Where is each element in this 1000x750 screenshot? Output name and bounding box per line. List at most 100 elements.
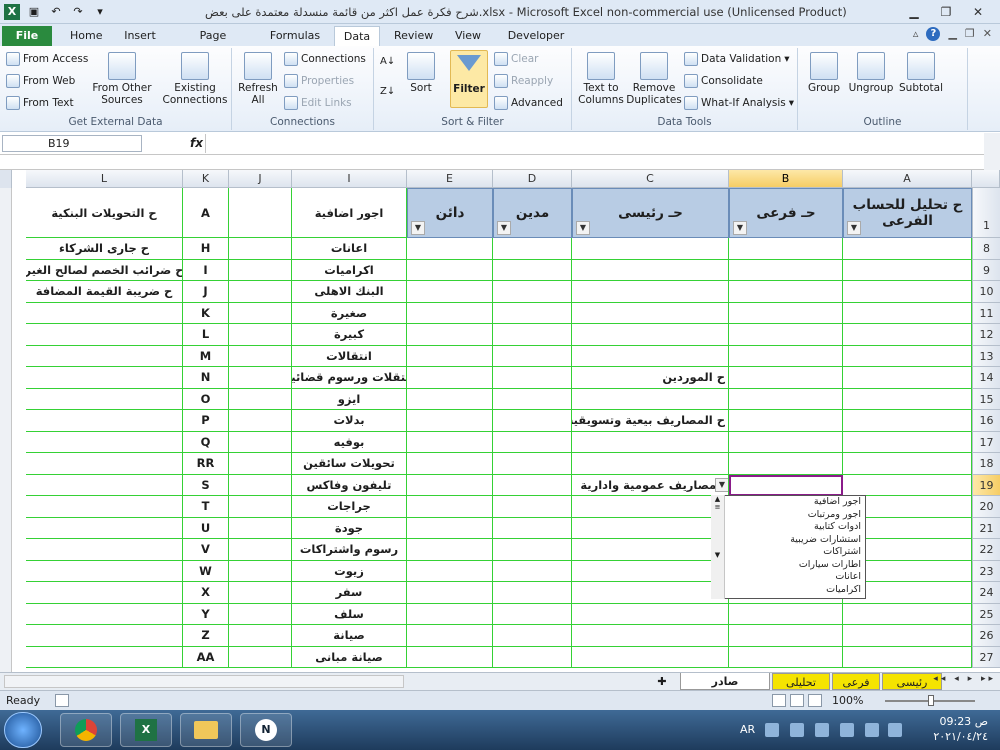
sheet-tab-cash-out[interactable]: صادر الصندوق [680,673,770,705]
filter-dropdown-icon[interactable]: ▼ [411,221,425,235]
cell-d11[interactable] [493,302,572,324]
page-layout-view-icon[interactable] [790,694,804,707]
cell-k17[interactable]: Q [183,431,229,453]
row-header-14[interactable]: 14 [972,367,1000,389]
fx-icon[interactable]: fx [190,136,203,150]
cell-c27[interactable] [572,646,729,668]
cell-k8[interactable]: H [183,238,229,260]
cell-b25[interactable] [729,603,843,625]
volume-icon[interactable] [888,723,902,737]
cell-d24[interactable] [493,582,572,604]
cell-a19[interactable] [843,474,972,496]
select-all-corner[interactable] [0,170,12,188]
refresh-all-button[interactable]: Refresh All [236,52,280,106]
active-cell-b19[interactable] [729,474,843,496]
cell-j8[interactable] [229,238,292,260]
redo-icon[interactable]: ↷ [70,4,86,20]
cell-k25[interactable]: Y [183,603,229,625]
col-header-a[interactable]: A [843,170,972,188]
cell-i11[interactable]: صغيرة [292,302,407,324]
tab-view[interactable]: View [444,26,492,46]
cell-a17[interactable] [843,431,972,453]
doc-close-icon[interactable]: ✕ [983,27,992,41]
cell-b27[interactable] [729,646,843,668]
cell-e17[interactable] [407,431,493,453]
cell-i19[interactable]: تليفون وفاكس [292,474,407,496]
language-indicator[interactable]: AR [740,723,755,736]
cell-d14[interactable] [493,367,572,389]
new-sheet-icon[interactable]: ✚ [648,673,676,690]
network-icon[interactable] [865,723,879,737]
cell-k14[interactable]: N [183,367,229,389]
cell-c9[interactable] [572,259,729,281]
sort-za-button[interactable]: Z↓ [380,86,395,97]
cell-j18[interactable] [229,453,292,475]
row-header-20[interactable]: 20 [972,496,1000,518]
cell-e8[interactable] [407,238,493,260]
row-header-16[interactable]: 16 [972,410,1000,432]
row-header-24[interactable]: 24 [972,582,1000,604]
cell-i25[interactable]: سلف [292,603,407,625]
col-header-d[interactable]: D [493,170,572,188]
cell-i9[interactable]: اكراميات [292,259,407,281]
header-cell-a[interactable]: ح تحليل للحساب الفرعى ▼ [843,188,972,238]
cell-l10[interactable]: ح ضريبة القيمة المضافة [26,281,183,303]
cell-e26[interactable] [407,625,493,647]
cell-d20[interactable] [493,496,572,518]
from-access-button[interactable]: From Access [6,52,88,66]
cell-a10[interactable] [843,281,972,303]
cell-j17[interactable] [229,431,292,453]
cell-e11[interactable] [407,302,493,324]
tab-formulas[interactable]: Formulas [260,26,330,46]
row-header-26[interactable]: 26 [972,625,1000,647]
row-header-27[interactable]: 27 [972,646,1000,668]
cell-l20[interactable] [26,496,183,518]
filter-button[interactable]: Filter [450,50,488,108]
sheet-tab-analytic[interactable]: تحليلى [772,673,830,690]
header-cell-b[interactable]: حـ فرعى ▼ [729,188,843,238]
cell-a27[interactable] [843,646,972,668]
restore-icon[interactable]: ❐ [930,2,962,22]
cell-b8[interactable] [729,238,843,260]
formula-input[interactable] [205,134,982,153]
cell-d17[interactable] [493,431,572,453]
start-button-icon[interactable] [4,712,42,748]
cell-l12[interactable] [26,324,183,346]
cell-j19[interactable] [229,474,292,496]
cell-b10[interactable] [729,281,843,303]
zoom-slider-knob[interactable] [928,695,934,706]
cell-k15[interactable]: O [183,388,229,410]
cell-j13[interactable] [229,345,292,367]
horizontal-scrollbar[interactable] [4,675,404,688]
cell-i20[interactable]: جراجات [292,496,407,518]
cell-k16[interactable]: P [183,410,229,432]
row-header-23[interactable]: 23 [972,560,1000,582]
sort-button[interactable]: Sort [404,52,438,94]
tab-data[interactable]: Data [334,26,380,47]
tray-icon-3[interactable] [815,723,829,737]
col-header-e[interactable]: E [407,170,493,188]
cell-d19[interactable] [493,474,572,496]
cell-e27[interactable] [407,646,493,668]
cell-k10[interactable]: J [183,281,229,303]
existing-connections-button[interactable]: Existing Connections [160,52,230,106]
cell-e15[interactable] [407,388,493,410]
cell-a15[interactable] [843,388,972,410]
reapply-button[interactable]: Reapply [494,74,553,88]
cell-e18[interactable] [407,453,493,475]
cell-l19[interactable] [26,474,183,496]
cell-i27[interactable]: صيانة مبانى [292,646,407,668]
cell-l8[interactable]: ح جارى الشركاء [26,238,183,260]
cell-b12[interactable] [729,324,843,346]
row-header-11[interactable]: 11 [972,302,1000,324]
explorer-taskbar-icon[interactable] [180,713,232,747]
cell-i16[interactable]: بدلات [292,410,407,432]
cell-l16[interactable] [26,410,183,432]
cell-l21[interactable] [26,517,183,539]
header-cell-e[interactable]: دائن ▼ [407,188,493,238]
row-header-10[interactable]: 10 [972,281,1000,303]
cell-c16[interactable]: ح المصاريف بيعية وتسويقية [572,410,729,432]
doc-minimize-icon[interactable]: ▁ [948,27,956,41]
cell-j24[interactable] [229,582,292,604]
cell-d13[interactable] [493,345,572,367]
